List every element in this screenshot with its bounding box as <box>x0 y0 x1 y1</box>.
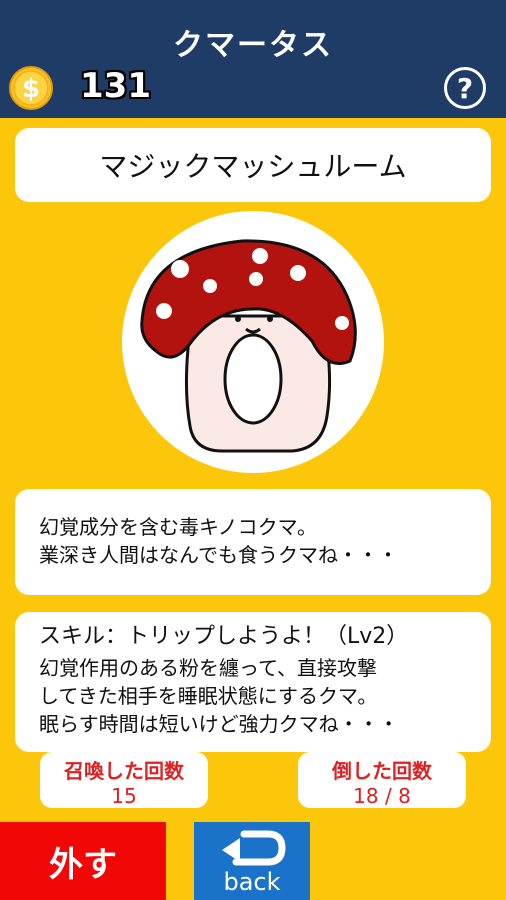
defeated-count-value: 18 / 8 <box>353 784 411 808</box>
remove-button[interactable]: 外す <box>0 822 166 900</box>
coin-count: 131 <box>80 66 151 106</box>
summon-count-label: 召喚した回数 <box>64 759 184 783</box>
defeated-count-label: 倒した回数 <box>332 759 432 783</box>
bear-name: マジックマッシュルーム <box>99 150 407 183</box>
back-arrow-icon <box>222 830 286 866</box>
page-title: クマータス <box>173 28 333 63</box>
skill-line: 幻覚作用のある粉を纏って、直接攻撃 <box>39 656 377 680</box>
defeated-count-panel: 倒した回数 18 / 8 <box>298 752 466 808</box>
bear-name-card: マジックマッシュルーム <box>15 128 491 202</box>
description-line: 業深き人間はなんでも食うクマね・・・ <box>39 543 398 567</box>
description-line: 幻覚成分を含む毒キノコクマ。 <box>39 515 317 539</box>
back-button-label: back <box>223 868 281 896</box>
description-card: 幻覚成分を含む毒キノコクマ。 業深き人間はなんでも食うクマね・・・ <box>15 489 491 595</box>
question-icon[interactable]: ? <box>444 67 486 109</box>
mushroom-bear-illustration <box>140 239 357 453</box>
summon-count-value: 15 <box>111 784 137 808</box>
skill-line: してきた相手を睡眠状態にするクマ。 <box>39 684 378 708</box>
skill-card: スキル：トリップしようよ！（Lv2） 幻覚作用のある粉を纏って、直接攻撃 してき… <box>15 612 491 752</box>
back-button[interactable]: back <box>194 822 310 900</box>
coin-icon: $ <box>9 66 53 110</box>
skill-line: 眠らす時間は短いけど強力クマね・・・ <box>39 712 399 736</box>
header-bar: クマータス $ 131 ? <box>0 0 506 118</box>
skill-title: スキル：トリップしようよ！（Lv2） <box>39 624 409 649</box>
remove-button-label: 外す <box>49 844 117 885</box>
svg-text:$: $ <box>22 74 40 104</box>
bear-portrait <box>122 211 384 473</box>
summon-count-panel: 召喚した回数 15 <box>40 752 208 808</box>
